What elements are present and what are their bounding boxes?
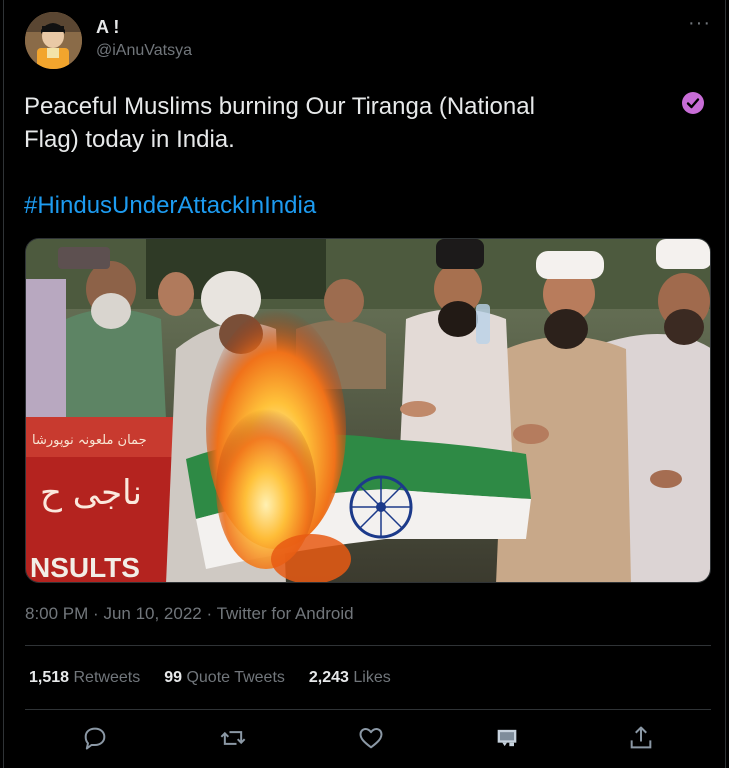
likes-count: 2,243 [308, 669, 349, 686]
reply-icon[interactable] [81, 724, 109, 752]
tweet-text-line: Flag) today in India. [24, 126, 235, 153]
banner-urdu-mid: ناجی ح [40, 473, 142, 513]
like-icon[interactable] [357, 724, 385, 752]
retweets-count: 1,518 [29, 669, 70, 686]
verified-badge-icon[interactable] [681, 91, 705, 115]
bookmark-icon[interactable] [493, 724, 521, 752]
share-icon[interactable] [627, 724, 655, 752]
likes-stat[interactable]: 2,243 Likes [309, 669, 391, 687]
retweet-icon[interactable] [219, 724, 247, 752]
more-icon[interactable]: ··· [688, 12, 711, 35]
divider [25, 709, 711, 710]
tweet-photo[interactable]: جمان ملعونہ نوپورشا ناجی ح NSULTS [25, 238, 711, 583]
author-display-name[interactable]: A ! [96, 17, 119, 38]
tweet-card: A ! @iAnuVatsya ··· Peaceful Muslims bur… [3, 0, 726, 768]
tweet-actions [25, 720, 711, 760]
tweet-text: Peaceful Muslims burning Our Tiranga (Na… [24, 90, 644, 156]
likes-label: Likes [353, 669, 391, 686]
avatar-image [25, 12, 82, 69]
banner-english: NSULTS [30, 552, 140, 583]
author-handle[interactable]: @iAnuVatsya [96, 42, 192, 60]
tweet-meta: 8:00 PM · Jun 10, 2022 · Twitter for And… [25, 604, 354, 623]
tweet-source[interactable]: Twitter for Android [217, 604, 354, 623]
protest-photo: جمان ملعونہ نوپورشا ناجی ح NSULTS [26, 239, 710, 583]
avatar[interactable] [25, 12, 82, 69]
divider [25, 645, 711, 646]
quote-tweets-stat[interactable]: 99 Quote Tweets [164, 669, 285, 687]
quote-tweets-count: 99 [164, 669, 182, 686]
banner-urdu-top: جمان ملعونہ نوپورشا [32, 433, 147, 448]
retweets-stat[interactable]: 1,518 Retweets [29, 669, 140, 687]
quote-tweets-label: Quote Tweets [186, 669, 285, 686]
tweet-date[interactable]: Jun 10, 2022 [103, 604, 201, 623]
retweets-label: Retweets [73, 669, 141, 686]
tweet-text-line: Peaceful Muslims burning Our Tiranga (Na… [24, 93, 535, 120]
tweet-time[interactable]: 8:00 PM [25, 604, 88, 623]
tweet-stats: 1,518 Retweets 99 Quote Tweets 2,243 Lik… [29, 669, 391, 687]
hashtag-link[interactable]: #HindusUnderAttackInIndia [24, 192, 316, 220]
